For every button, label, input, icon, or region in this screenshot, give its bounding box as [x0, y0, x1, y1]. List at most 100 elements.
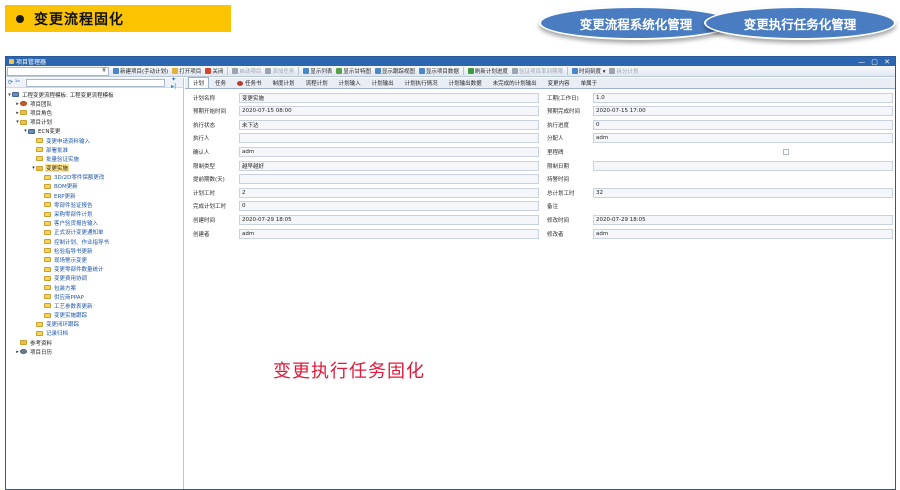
tab[interactable]: 任务书 [232, 77, 267, 88]
tab[interactable]: 计划 [188, 77, 210, 88]
tab[interactable]: 未完成的计划输出 [488, 77, 542, 88]
milestone-checkbox[interactable] [783, 148, 789, 155]
tree-item[interactable]: 零部件验证报告 [6, 200, 183, 209]
field-value[interactable]: adm [593, 228, 893, 239]
window-controls[interactable]: — ▢ ✕ [858, 58, 892, 66]
tree-item[interactable]: 部署批准 [6, 145, 183, 154]
tab[interactable]: 任务 [210, 77, 231, 88]
tree-item[interactable]: 客户验货报告输入 [6, 219, 183, 228]
toolbar-button-icon [609, 68, 616, 74]
field-value[interactable]: 2020-07-15 17:00 [593, 106, 893, 117]
tab[interactable]: 流程计划 [301, 77, 333, 88]
field-value[interactable]: 0 [593, 119, 893, 130]
tree-item[interactable]: 采购零部件计划 [6, 209, 183, 218]
tree-item[interactable]: 变更费用协调 [6, 274, 183, 283]
tab-label: 任务书 [245, 81, 262, 87]
tree-item[interactable]: 检验指导书更新 [6, 246, 183, 255]
tree-item[interactable]: ▸ 项目日历 [6, 347, 183, 356]
field-value[interactable]: 越早越好 [239, 160, 539, 171]
field-value[interactable]: 2020-07-29 18:05 [239, 214, 539, 225]
field-value[interactable]: adm [239, 146, 539, 157]
toolbar-button[interactable]: 显示甘特图 [336, 67, 371, 75]
tree-item[interactable]: 正式设计变更通知单 [6, 228, 183, 237]
tab[interactable]: 单属于 [576, 77, 603, 88]
tree-item[interactable]: 变更闭环跟踪 [6, 320, 183, 329]
tree-item[interactable]: 变更零部件数量统计 [6, 265, 183, 274]
tree-item[interactable]: ▸ 项目角色 [6, 108, 183, 117]
toolbar-button[interactable]: 显示项目数据 [418, 67, 459, 75]
toolbar-button[interactable]: 启动项目 [232, 67, 261, 75]
field-value[interactable]: 2020-07-15 08:00 [239, 106, 539, 117]
toolbar-button-label: 关闭 [212, 69, 224, 75]
tree-search-input[interactable] [25, 78, 166, 87]
tree-item[interactable]: 包装方案 [6, 283, 183, 292]
toolbar-button[interactable]: 拆分计划 [609, 67, 638, 75]
tab[interactable]: 计划输出 [367, 77, 399, 88]
field-label: 分配人 [547, 136, 564, 143]
tree-item[interactable]: 供应商PPAP [6, 292, 183, 301]
tree-item[interactable]: 工艺参数表更新 [6, 301, 183, 310]
tree-item[interactable]: 记录归档 [6, 329, 183, 338]
folder-icon [44, 193, 51, 199]
tab[interactable]: 计划输入 [334, 77, 366, 88]
tree-item[interactable]: BOM更新 [6, 182, 183, 191]
folder-icon [36, 147, 43, 153]
folder-icon [44, 285, 51, 291]
tab[interactable]: 计划输出数据 [444, 77, 487, 88]
toolbar-separator [462, 67, 464, 75]
tree-item[interactable]: ▾ 项目计划 [6, 118, 183, 127]
toolbar-button[interactable]: 显示列表 [303, 67, 332, 75]
field-label: 提前期数(天) [193, 177, 225, 184]
toolbar-button[interactable]: 添加任务 [265, 67, 294, 75]
tab[interactable]: 计划执行情况 [400, 77, 443, 88]
field-value[interactable]: 未下达 [239, 119, 539, 130]
field-value[interactable] [239, 133, 539, 144]
tab[interactable]: 变更内容 [543, 77, 575, 88]
field-value[interactable]: adm [593, 133, 893, 144]
tree-item[interactable]: 参考资料 [6, 338, 183, 347]
tree-item[interactable]: ▾ 变更实施 [6, 164, 183, 173]
toolbar-button[interactable]: 新建项目(手动计划) [113, 67, 168, 75]
toolbar-button[interactable]: 关闭 [205, 67, 223, 75]
project-icon [12, 92, 19, 98]
chevron-down-icon[interactable]: ¥ [102, 67, 106, 74]
toolbar-button[interactable]: 时间刻度 ▾ [571, 67, 605, 75]
tree-item[interactable]: 3D/2D零件保额更改 [6, 173, 183, 182]
tree-item[interactable]: ERP更新 [6, 191, 183, 200]
field-value[interactable]: adm [239, 228, 539, 239]
tree-item[interactable]: 变更申请资料输入 [6, 136, 183, 145]
toolbar-button[interactable]: 验证项目率到期限 [511, 67, 563, 75]
field-value[interactable] [239, 174, 539, 185]
tree-filter-buttons[interactable]: ✦ ▸| [171, 76, 183, 90]
tree-item[interactable]: 控制计划、作业指导书 [6, 237, 183, 246]
toolbar-button-icon [265, 68, 272, 74]
toolbar-button-label: 拆分计划 [616, 69, 639, 75]
field-label: 修改者 [547, 231, 564, 238]
tree-item[interactable]: 批量验证实施 [6, 154, 183, 163]
tree-item[interactable]: 变更实施跟踪 [6, 311, 183, 320]
tree-item[interactable]: ▾ 工程变更流程模板: 工程变更流程模板 [6, 90, 183, 99]
tree-item[interactable]: ▸ 项目团队 [6, 99, 183, 108]
folder-icon [20, 340, 27, 346]
toolbar-button[interactable]: 显示跟踪视图 [374, 67, 415, 75]
field-value[interactable]: 32 [593, 187, 893, 198]
toolbar-button[interactable]: 刷新计划进度 [467, 67, 508, 75]
project-selector[interactable]: ¥ [7, 66, 109, 76]
field-value[interactable]: 2 [239, 187, 539, 198]
toolbar-separator [566, 67, 568, 75]
tab-label: 单属于 [580, 81, 598, 87]
field-value[interactable]: 变更实施 [239, 92, 539, 103]
folder-icon [44, 266, 51, 272]
toolbar-button[interactable]: 打开项目 [172, 67, 201, 75]
field-value[interactable]: 0 [239, 201, 539, 212]
tree-item[interactable]: ▾ ECN变更 [6, 127, 183, 136]
tree-item[interactable]: 现场警示变更 [6, 255, 183, 264]
tab[interactable]: 制度计划 [268, 77, 300, 88]
refresh-icon[interactable]: ⟳ ¹ᵃ [8, 79, 26, 86]
field-label: 预期完成时间 [547, 109, 581, 116]
field-value[interactable] [593, 160, 893, 171]
field-value[interactable]: 2020-07-29 18:05 [593, 214, 893, 225]
slide-title-bar: 变更流程固化 [5, 5, 231, 32]
form-field: 限制日期 [547, 160, 893, 171]
field-value[interactable]: 1.0 [593, 92, 893, 103]
